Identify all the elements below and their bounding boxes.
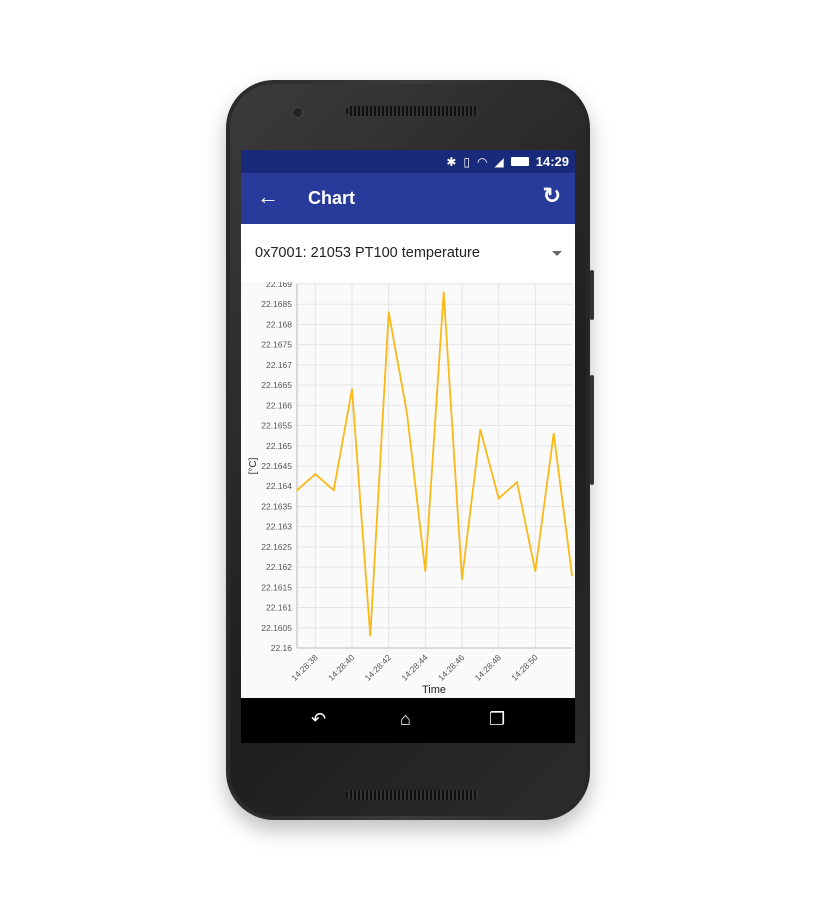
- x-tick-label: 14:28:38: [289, 652, 320, 683]
- power-button: [590, 270, 594, 320]
- y-tick-label: 22.1615: [261, 582, 292, 592]
- selector-value: 0x7001: 21053 PT100 temperature: [255, 245, 480, 261]
- y-tick-label: 22.1655: [261, 421, 292, 431]
- x-tick-label: 14:28:44: [399, 652, 430, 683]
- app-bar: ← Chart ↻: [241, 173, 575, 224]
- data-point: [369, 634, 372, 637]
- data-point: [406, 412, 408, 415]
- y-tick-label: 22.1605: [261, 623, 292, 633]
- data-point: [497, 497, 500, 500]
- chart-svg: 22.16 22.1605 22.161 22.1615 22.162 22.1625 22…: [248, 279, 573, 696]
- y-tick-label: 22.1665: [261, 380, 292, 390]
- dropdown-arrow-icon[interactable]: [552, 251, 562, 256]
- volume-button: [590, 375, 594, 485]
- x-tick-label: 14:28:40: [326, 652, 357, 683]
- x-tick-label: 14:28:46: [436, 652, 467, 683]
- phone-screen: ✱ ▯ ◠ ◢ 14:29 ← Chart ↻ 0x7001: 21053 PT…: [241, 150, 575, 743]
- data-point: [516, 481, 518, 484]
- y-tick-label: 22.169: [266, 282, 292, 289]
- x-tick-label: 14:28:42: [363, 652, 394, 683]
- status-time: 14:29: [535, 154, 569, 169]
- y-tick-label: 22.1645: [261, 461, 292, 471]
- y-tick-label: 22.167: [266, 360, 292, 370]
- recents-icon[interactable]: ❐: [489, 709, 505, 729]
- line-chart: 22.16 22.1605 22.161 22.1615 22.162 22.1625 22…: [241, 279, 575, 698]
- y-axis-title: [°C]: [248, 457, 259, 474]
- data-point: [387, 311, 390, 314]
- data-point: [314, 473, 317, 475]
- data-point: [534, 570, 537, 573]
- y-tick-label: 22.163: [266, 522, 292, 532]
- y-tick-label: 22.162: [266, 562, 292, 572]
- data-point: [332, 489, 335, 492]
- x-axis-title: Time: [422, 684, 446, 696]
- arrow-left-icon[interactable]: ←: [257, 186, 279, 208]
- data-point: [296, 489, 298, 492]
- y-tick-label: 22.166: [266, 400, 292, 410]
- bottom-speaker: [346, 790, 478, 800]
- page-title: Chart: [308, 188, 356, 208]
- home-icon[interactable]: ⌂: [400, 709, 411, 729]
- y-tick-label: 22.16: [271, 643, 293, 653]
- back-icon[interactable]: ↶: [311, 709, 326, 729]
- y-tick-label: 22.168: [266, 319, 292, 329]
- status-bar: ✱ ▯ ◠ ◢ 14:29: [241, 150, 575, 173]
- nav-bar: ↶ ⌂ ❐: [241, 698, 575, 743]
- wifi-icon: ◠: [477, 154, 488, 169]
- data-point: [552, 432, 555, 435]
- x-tick-label: 14:28:48: [473, 652, 504, 683]
- data-point: [571, 574, 573, 577]
- y-tick-label: 22.1685: [261, 299, 292, 309]
- battery-icon: [510, 157, 529, 166]
- y-tick-label: 22.161: [266, 603, 292, 613]
- refresh-icon[interactable]: ↻: [543, 185, 561, 207]
- y-tick-label: 22.165: [266, 441, 292, 451]
- top-speaker: [346, 106, 478, 116]
- data-point: [351, 388, 353, 391]
- front-camera: [292, 107, 303, 118]
- bluetooth-icon: ✱: [446, 154, 457, 169]
- channel-selector[interactable]: 0x7001: 21053 PT100 temperature: [241, 224, 575, 282]
- temperature-series-line: [296, 292, 573, 636]
- data-point: [479, 428, 482, 431]
- data-point: [442, 291, 445, 293]
- data-point: [461, 578, 463, 581]
- x-tick-label: 14:28:50: [509, 652, 540, 683]
- signal-icon: ◢: [494, 154, 504, 169]
- y-tick-label: 22.1675: [261, 340, 292, 350]
- data-point: [424, 570, 427, 573]
- vibrate-icon: ▯: [463, 154, 471, 169]
- y-tick-label: 22.1635: [261, 501, 292, 511]
- y-tick-label: 22.1625: [261, 542, 292, 552]
- y-tick-label: 22.164: [266, 481, 292, 491]
